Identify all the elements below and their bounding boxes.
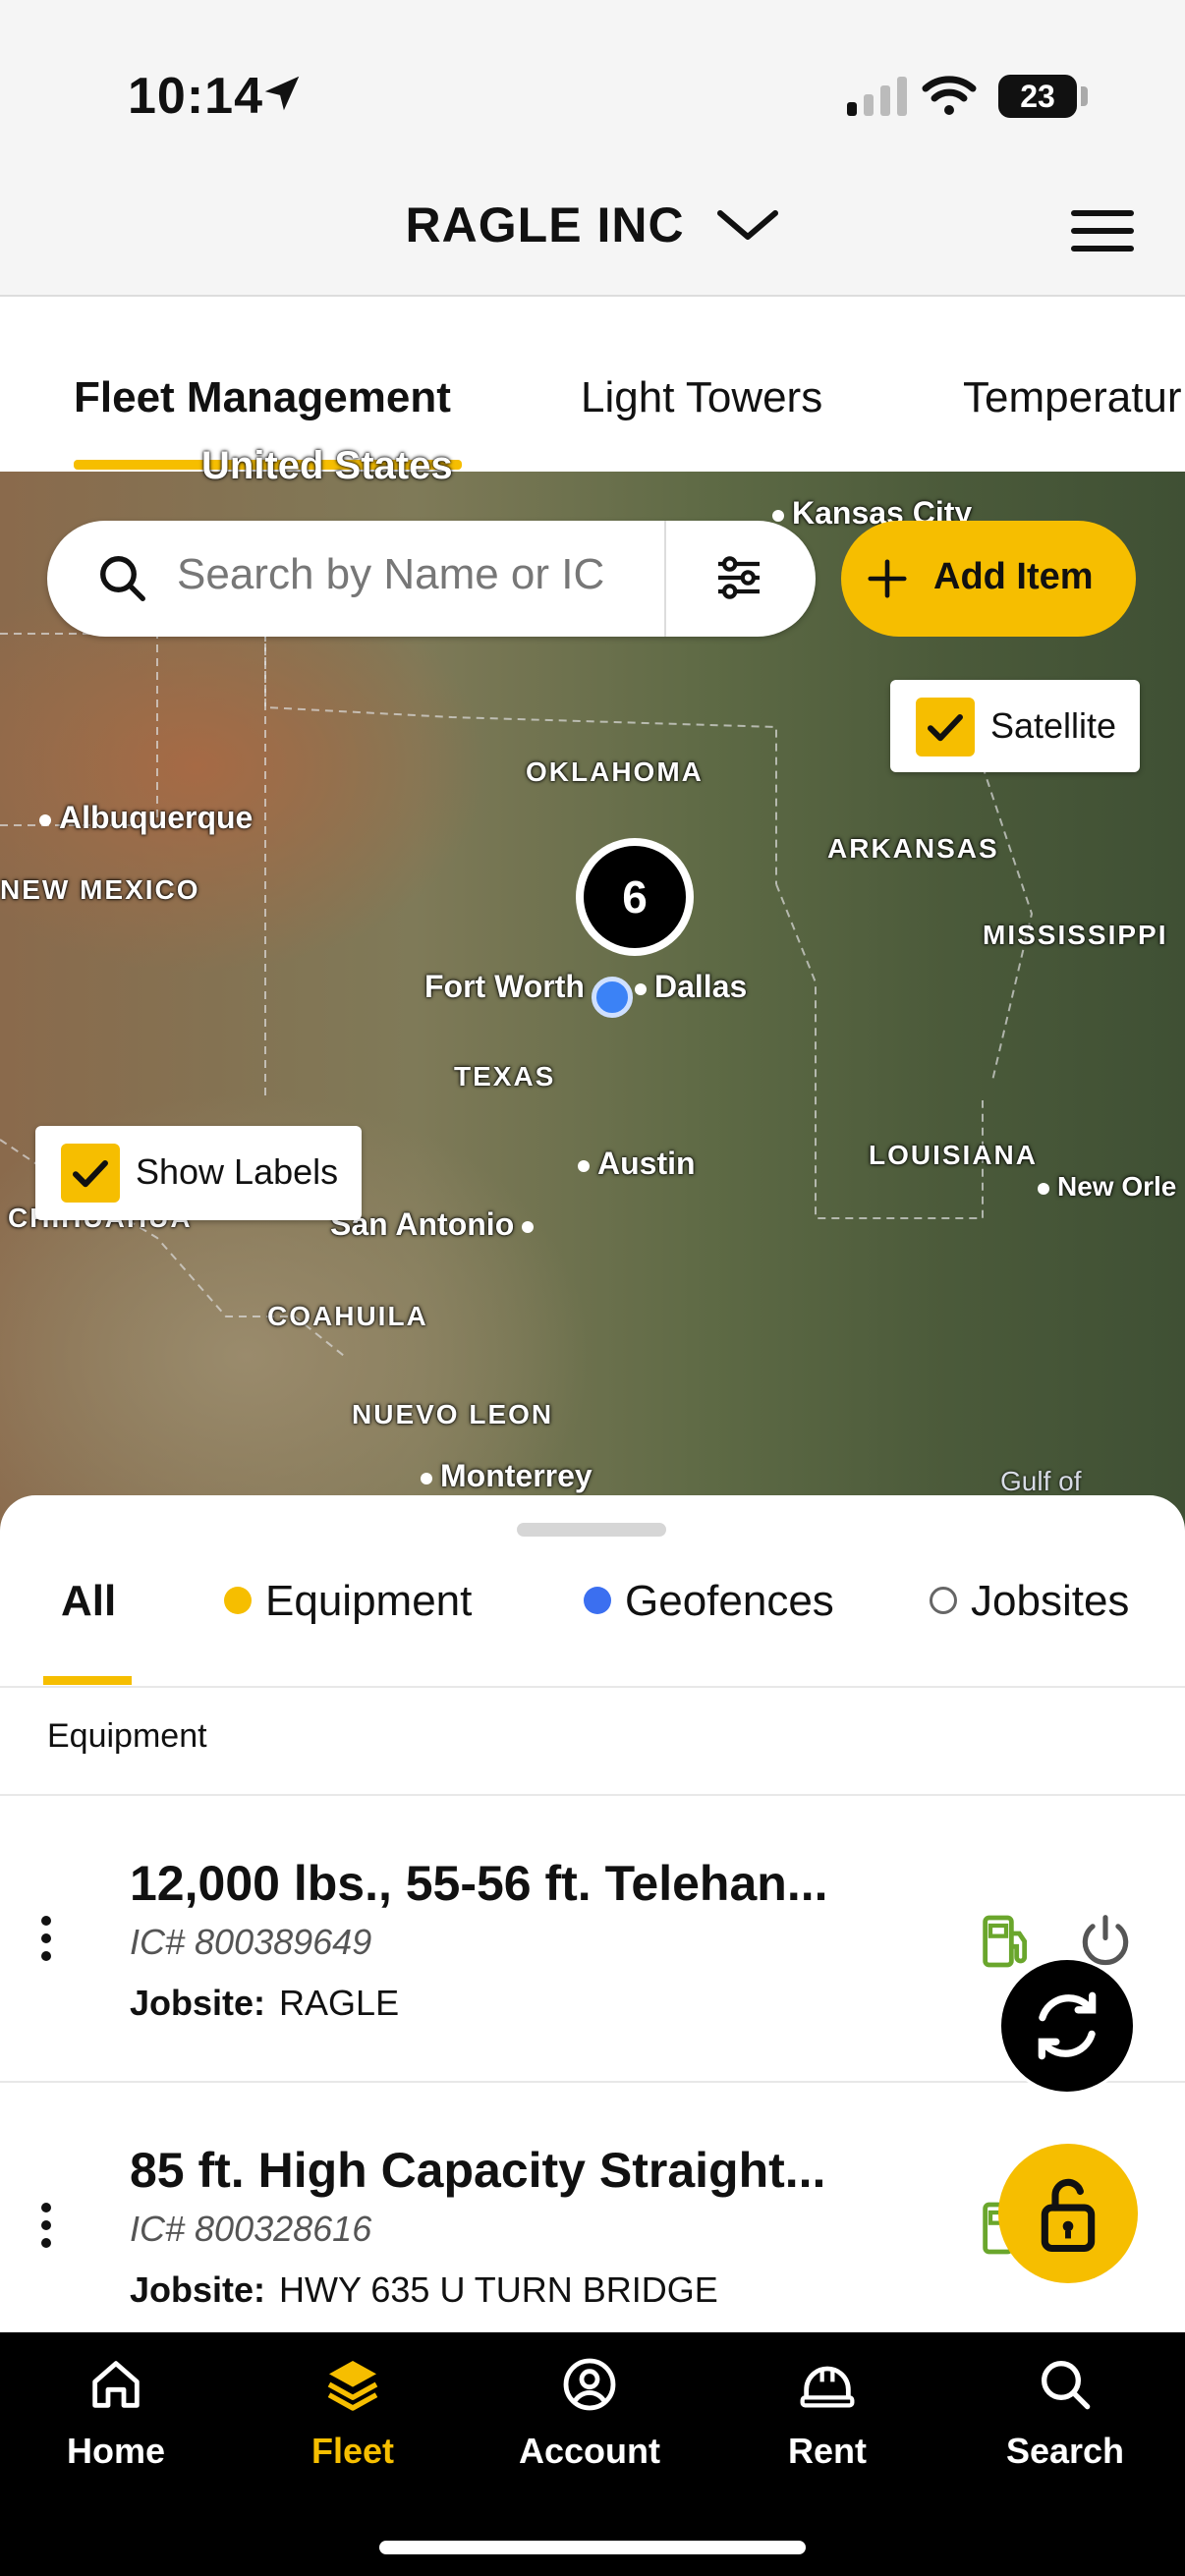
map-cluster-marker[interactable]: 6 bbox=[576, 838, 694, 956]
checkmark-icon bbox=[928, 714, 963, 742]
search-icon bbox=[100, 556, 145, 601]
nav-fleet[interactable]: Fleet bbox=[254, 2353, 451, 2472]
show-labels-label: Show Labels bbox=[136, 1151, 339, 1192]
item-ic: IC# 800389649 bbox=[130, 1922, 372, 1962]
map-label-new-mexico: NEW MEXICO bbox=[0, 874, 200, 905]
checkmark-icon bbox=[73, 1160, 108, 1188]
company-name: RAGLE INC bbox=[405, 197, 685, 252]
map-label-san-antonio: San Antonio bbox=[330, 1206, 541, 1243]
map-label-coahuila: COAHUILA bbox=[267, 1301, 428, 1331]
home-indicator bbox=[379, 2541, 806, 2554]
menu-icon[interactable] bbox=[1071, 208, 1134, 253]
nav-account[interactable]: Account bbox=[491, 2353, 688, 2472]
home-icon bbox=[92, 2361, 140, 2408]
map-label-gulf: Gulf of bbox=[1000, 1466, 1082, 1496]
item-jobsite: Jobsite: RAGLE bbox=[130, 1983, 400, 2023]
search-input[interactable]: Search by Name or IC bbox=[177, 550, 629, 599]
tab-light-towers[interactable]: Light Towers bbox=[581, 373, 822, 422]
layers-icon bbox=[327, 2361, 378, 2411]
add-item-label: Add Item bbox=[933, 556, 1094, 597]
filter-active-indicator bbox=[43, 1676, 132, 1685]
nav-search[interactable]: Search bbox=[967, 2353, 1163, 2472]
map-label-oklahoma: OKLAHOMA bbox=[526, 756, 704, 787]
item-ic: IC# 800328616 bbox=[130, 2209, 372, 2249]
more-options-icon[interactable] bbox=[41, 2203, 51, 2256]
filter-geofences[interactable]: Geofences bbox=[584, 1577, 834, 1626]
battery-level: 23 bbox=[1020, 79, 1055, 114]
item-title: 85 ft. High Capacity Straight... bbox=[130, 2143, 826, 2198]
map-label-fort-worth: Fort Worth bbox=[424, 969, 585, 1004]
tab-fleet-management[interactable]: Fleet Management bbox=[74, 373, 451, 422]
map-label-mississippi: MISSISSIPPI bbox=[983, 920, 1168, 950]
signal-icon bbox=[847, 77, 907, 116]
map-label-new-orleans: New Orle bbox=[1038, 1171, 1176, 1203]
item-jobsite: Jobsite: HWY 635 U TURN BRIDGE bbox=[130, 2269, 718, 2310]
battery-icon: 23 bbox=[998, 75, 1077, 118]
plus-icon bbox=[868, 559, 907, 598]
satellite-label: Satellite bbox=[990, 705, 1117, 746]
map-label-austin: Austin bbox=[578, 1146, 696, 1182]
tab-temperature[interactable]: Temperatur bbox=[963, 373, 1185, 422]
map-label-louisiana: LOUISIANA bbox=[869, 1140, 1038, 1170]
map-label-united-states: United States bbox=[201, 444, 453, 487]
filter-sliders-icon[interactable] bbox=[711, 550, 766, 605]
section-title: Equipment bbox=[47, 1717, 207, 1755]
map-label-albuquerque: Albuquerque bbox=[39, 800, 253, 836]
wifi-icon bbox=[922, 76, 977, 115]
filter-equipment[interactable]: Equipment bbox=[224, 1577, 472, 1626]
show-labels-checkbox[interactable] bbox=[61, 1144, 120, 1203]
item-title: 12,000 lbs., 55-56 ft. Telehan... bbox=[130, 1856, 828, 1911]
map-label-texas: TEXAS bbox=[454, 1061, 556, 1092]
account-icon bbox=[563, 2358, 616, 2411]
nav-rent[interactable]: Rent bbox=[729, 2353, 926, 2472]
chevron-down-icon bbox=[717, 209, 779, 240]
search-icon bbox=[1042, 2361, 1091, 2410]
sheet-drag-handle[interactable] bbox=[517, 1523, 666, 1537]
map-label-dallas: Dallas bbox=[635, 969, 747, 1005]
status-time: 10:14 bbox=[128, 68, 263, 125]
sync-icon bbox=[1038, 1991, 1097, 2060]
map-label-arkansas: ARKANSAS bbox=[827, 833, 999, 864]
map-label-monterrey: Monterrey bbox=[421, 1458, 592, 1494]
company-selector[interactable]: RAGLE INC bbox=[0, 196, 1185, 253]
filter-all[interactable]: All bbox=[61, 1577, 116, 1626]
hardhat-icon bbox=[800, 2366, 855, 2408]
more-options-icon[interactable] bbox=[41, 1916, 51, 1969]
search-divider bbox=[664, 521, 666, 637]
unlock-icon bbox=[1041, 2178, 1096, 2253]
location-arrow-icon bbox=[264, 76, 300, 111]
geofence-pin[interactable] bbox=[592, 977, 633, 1018]
unlock-button[interactable] bbox=[998, 2144, 1138, 2283]
satellite-checkbox[interactable] bbox=[916, 698, 975, 756]
map-label-nuevo-leon: NUEVO LEON bbox=[352, 1399, 554, 1429]
nav-home[interactable]: Home bbox=[18, 2353, 214, 2472]
sync-button[interactable] bbox=[998, 1957, 1136, 2095]
filter-jobsites[interactable]: Jobsites bbox=[930, 1577, 1129, 1626]
